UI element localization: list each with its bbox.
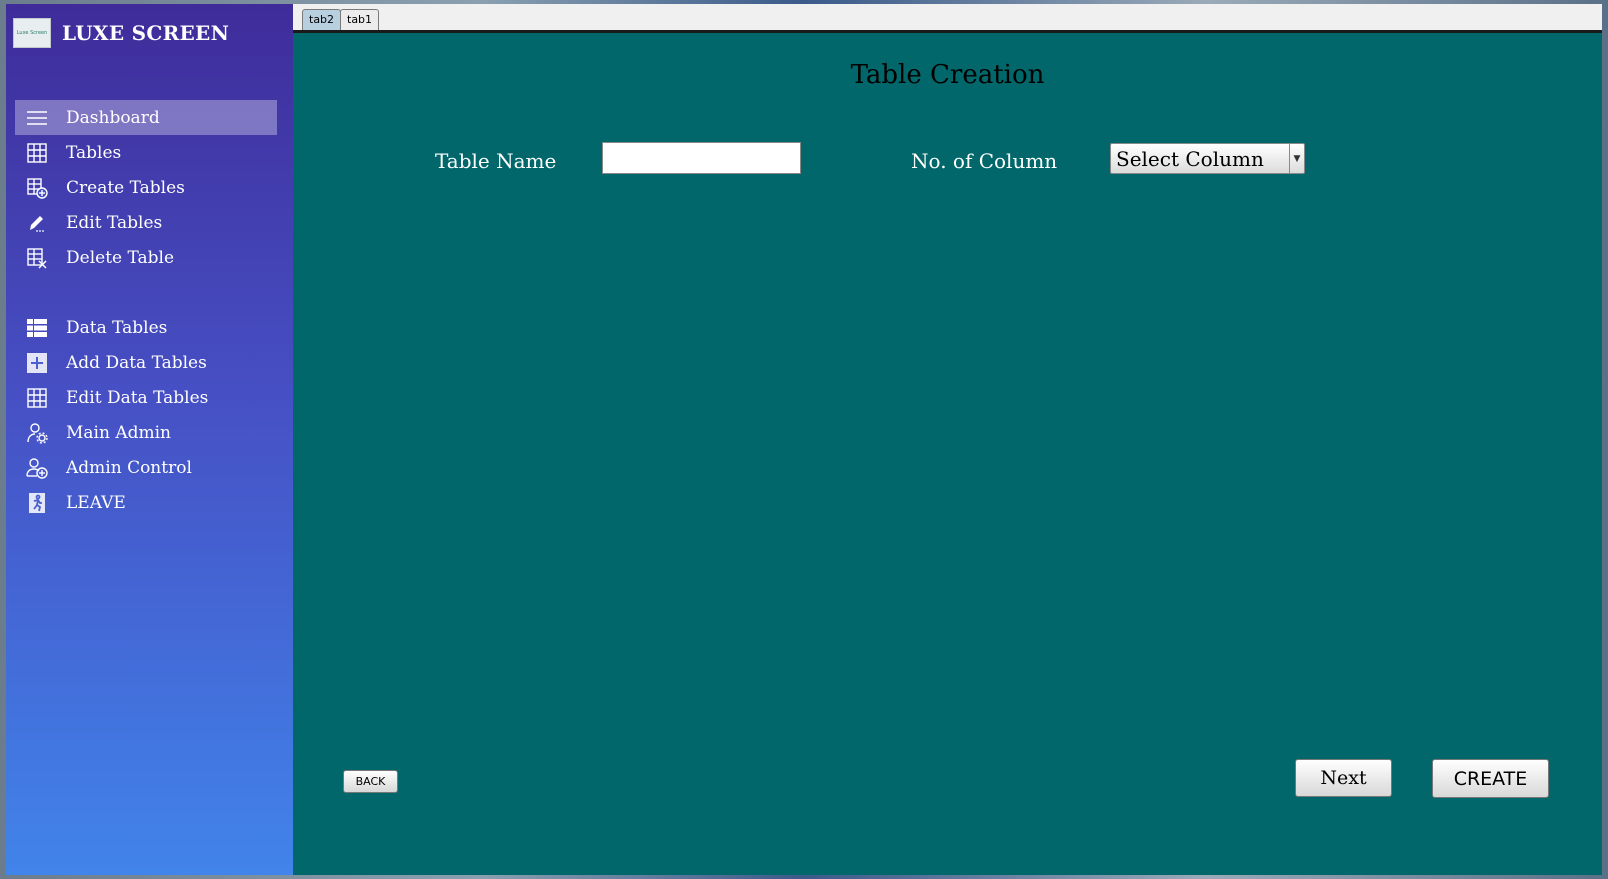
column-count-selected: Select Column	[1116, 146, 1264, 171]
admin-gear-icon	[25, 421, 49, 445]
sidebar-item-label: Main Admin	[66, 422, 171, 443]
sidebar-item-add-data-tables[interactable]: Add Data Tables	[15, 345, 277, 380]
sidebar-item-label: Data Tables	[66, 317, 168, 338]
next-button[interactable]: Next	[1295, 759, 1392, 797]
sidebar-nav: Dashboard Tables Create Tables Edit Tabl…	[15, 100, 277, 520]
sidebar-item-label: Create Tables	[66, 177, 185, 198]
tab-tab1[interactable]: tab1	[340, 9, 380, 30]
tab-bar: tab2 tab1	[293, 4, 1602, 33]
exit-run-icon	[25, 491, 49, 515]
sidebar-item-label: LEAVE	[66, 492, 126, 513]
app-window: Luxe Screen LUXE SCREEN Dashboard Tables	[6, 4, 1602, 875]
sidebar-item-edit-data-tables[interactable]: Edit Data Tables	[15, 380, 277, 415]
hamburger-icon	[25, 106, 49, 130]
sidebar-item-create-tables[interactable]: Create Tables	[15, 170, 277, 205]
table-delete-icon	[25, 246, 49, 270]
sidebar-item-dashboard[interactable]: Dashboard	[15, 100, 277, 135]
sidebar-item-data-tables[interactable]: Data Tables	[15, 310, 277, 345]
column-count-select[interactable]: Select Column ▼	[1110, 143, 1305, 174]
table-grid-icon	[25, 141, 49, 165]
create-button[interactable]: CREATE	[1432, 759, 1549, 798]
sidebar: Luxe Screen LUXE SCREEN Dashboard Tables	[6, 4, 293, 875]
sidebar-item-tables[interactable]: Tables	[15, 135, 277, 170]
pencil-icon	[25, 211, 49, 235]
tab-tab2[interactable]: tab2	[302, 9, 342, 30]
sidebar-item-main-admin[interactable]: Main Admin	[15, 415, 277, 450]
page-title: Table Creation	[850, 60, 1045, 90]
sidebar-item-leave[interactable]: LEAVE	[15, 485, 277, 520]
sidebar-item-label: Edit Tables	[66, 212, 163, 233]
admin-add-icon	[25, 456, 49, 480]
data-table-icon	[25, 316, 49, 340]
sidebar-item-admin-control[interactable]: Admin Control	[15, 450, 277, 485]
sidebar-item-delete-table[interactable]: Delete Table	[15, 240, 277, 275]
brand: Luxe Screen LUXE SCREEN	[13, 18, 229, 48]
brand-logo: Luxe Screen	[13, 18, 51, 48]
back-button[interactable]: BACK	[343, 770, 398, 793]
chevron-down-icon[interactable]: ▼	[1289, 144, 1304, 173]
table-name-label: Table Name	[435, 149, 557, 173]
sidebar-item-label: Delete Table	[66, 247, 175, 268]
main-panel: tab2 tab1 Table Creation Table Name No. …	[293, 4, 1602, 875]
table-name-input[interactable]	[602, 142, 801, 174]
sidebar-item-edit-tables[interactable]: Edit Tables	[15, 205, 277, 240]
plus-square-icon	[25, 351, 49, 375]
sidebar-item-label: Dashboard	[66, 107, 160, 128]
sidebar-item-label: Add Data Tables	[66, 352, 207, 373]
brand-title: LUXE SCREEN	[62, 21, 230, 45]
table-add-icon	[25, 176, 49, 200]
columns-label: No. of Column	[911, 149, 1058, 173]
sidebar-item-label: Tables	[66, 142, 122, 163]
sidebar-item-label: Edit Data Tables	[66, 387, 209, 408]
table-grid-icon	[25, 386, 49, 410]
sidebar-item-label: Admin Control	[66, 457, 192, 478]
brand-logo-text: Luxe Screen	[16, 30, 48, 36]
